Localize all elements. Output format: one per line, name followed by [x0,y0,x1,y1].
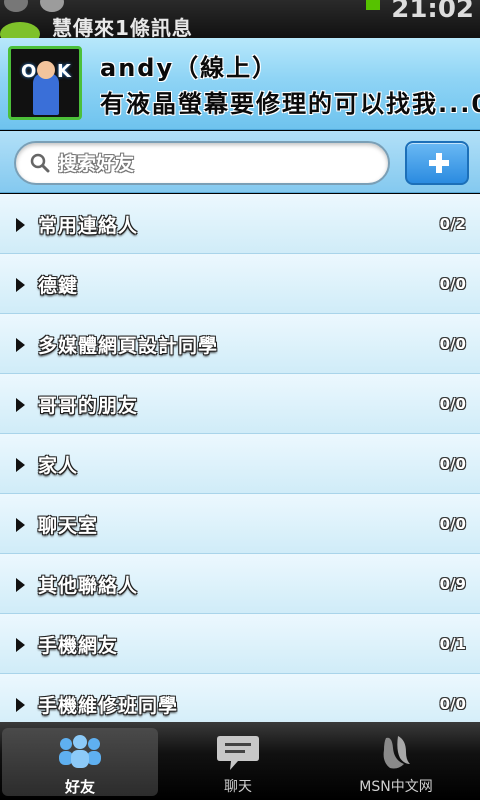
clock: 21:02 [391,0,474,24]
bottom-tab-bar: 好友 聊天 MSN中文网 [0,722,480,800]
avatar-graphic: K [57,61,71,82]
profile-header[interactable]: O K andy（線上） 有液晶螢幕要修理的可以找我...098 [0,38,480,130]
add-friend-button[interactable] [405,141,469,185]
chat-icon [217,736,259,770]
expand-arrow-icon [16,338,25,352]
tab-label: MSN中文网 [359,779,433,795]
expand-arrow-icon [16,638,25,652]
group-count: 0/0 [439,275,466,293]
group-row[interactable]: 其他聯絡人 0/9 [0,554,480,614]
wechat-icon [0,22,40,38]
plus-icon [429,153,449,173]
status-app-icon [40,0,64,12]
expand-arrow-icon [16,518,25,532]
user-name: andy（線上） [100,54,279,82]
group-name: 聊天室 [38,515,99,537]
group-count: 0/0 [439,335,466,353]
group-row[interactable]: 聊天室 0/0 [0,494,480,554]
friends-icon [59,735,101,768]
group-count: 0/1 [439,635,466,653]
group-count: 0/0 [439,395,466,413]
user-status-message[interactable]: 有液晶螢幕要修理的可以找我...098 [100,84,480,119]
avatar-graphic [33,73,59,115]
battery-icon [366,0,380,10]
search-input[interactable] [58,149,378,179]
group-row[interactable]: 家人 0/0 [0,434,480,494]
expand-arrow-icon [16,578,25,592]
search-bar [0,131,480,193]
tab-label: 好友 [64,778,95,796]
expand-arrow-icon [16,458,25,472]
group-row[interactable]: 手機維修班同學 0/0 [0,674,480,722]
status-app-icon [4,0,28,12]
group-count: 0/2 [439,215,466,233]
group-row[interactable]: 常用連絡人 0/2 [0,194,480,254]
group-name: 德鍵 [38,275,79,297]
group-count: 0/0 [439,455,466,473]
search-box[interactable] [14,141,390,185]
group-name: 其他聯絡人 [38,575,139,597]
group-name: 手機網友 [38,635,119,657]
expand-arrow-icon [16,398,25,412]
group-name: 常用連絡人 [38,215,139,237]
status-bar: 慧傳來1條訊息 21:02 [0,0,480,38]
tab-chat[interactable]: 聊天 [160,728,316,796]
avatar-graphic [37,61,55,79]
group-count: 0/9 [439,575,466,593]
tab-label: 聊天 [224,779,252,795]
group-name: 手機維修班同學 [38,695,179,717]
expand-arrow-icon [16,218,25,232]
group-row[interactable]: 多媒體網頁設計同學 0/0 [0,314,480,374]
tab-msn[interactable]: MSN中文网 [318,728,474,796]
tab-friends[interactable]: 好友 [2,728,158,796]
group-name: 哥哥的朋友 [38,395,139,417]
expand-arrow-icon [16,698,25,712]
contact-group-list[interactable]: 常用連絡人 0/2 德鍵 0/0 多媒體網頁設計同學 0/0 哥哥的朋友 0/0… [0,194,480,722]
expand-arrow-icon [16,278,25,292]
group-row[interactable]: 哥哥的朋友 0/0 [0,374,480,434]
search-icon [30,153,50,173]
group-name: 多媒體網頁設計同學 [38,335,219,357]
group-count: 0/0 [439,515,466,533]
notification-title: 慧傳來1條訊息 [52,16,193,38]
msn-logo-icon [383,736,410,769]
avatar[interactable]: O K [8,46,82,120]
group-count: 0/0 [439,695,466,713]
group-row[interactable]: 手機網友 0/1 [0,614,480,674]
group-row[interactable]: 德鍵 0/0 [0,254,480,314]
group-name: 家人 [38,455,79,477]
